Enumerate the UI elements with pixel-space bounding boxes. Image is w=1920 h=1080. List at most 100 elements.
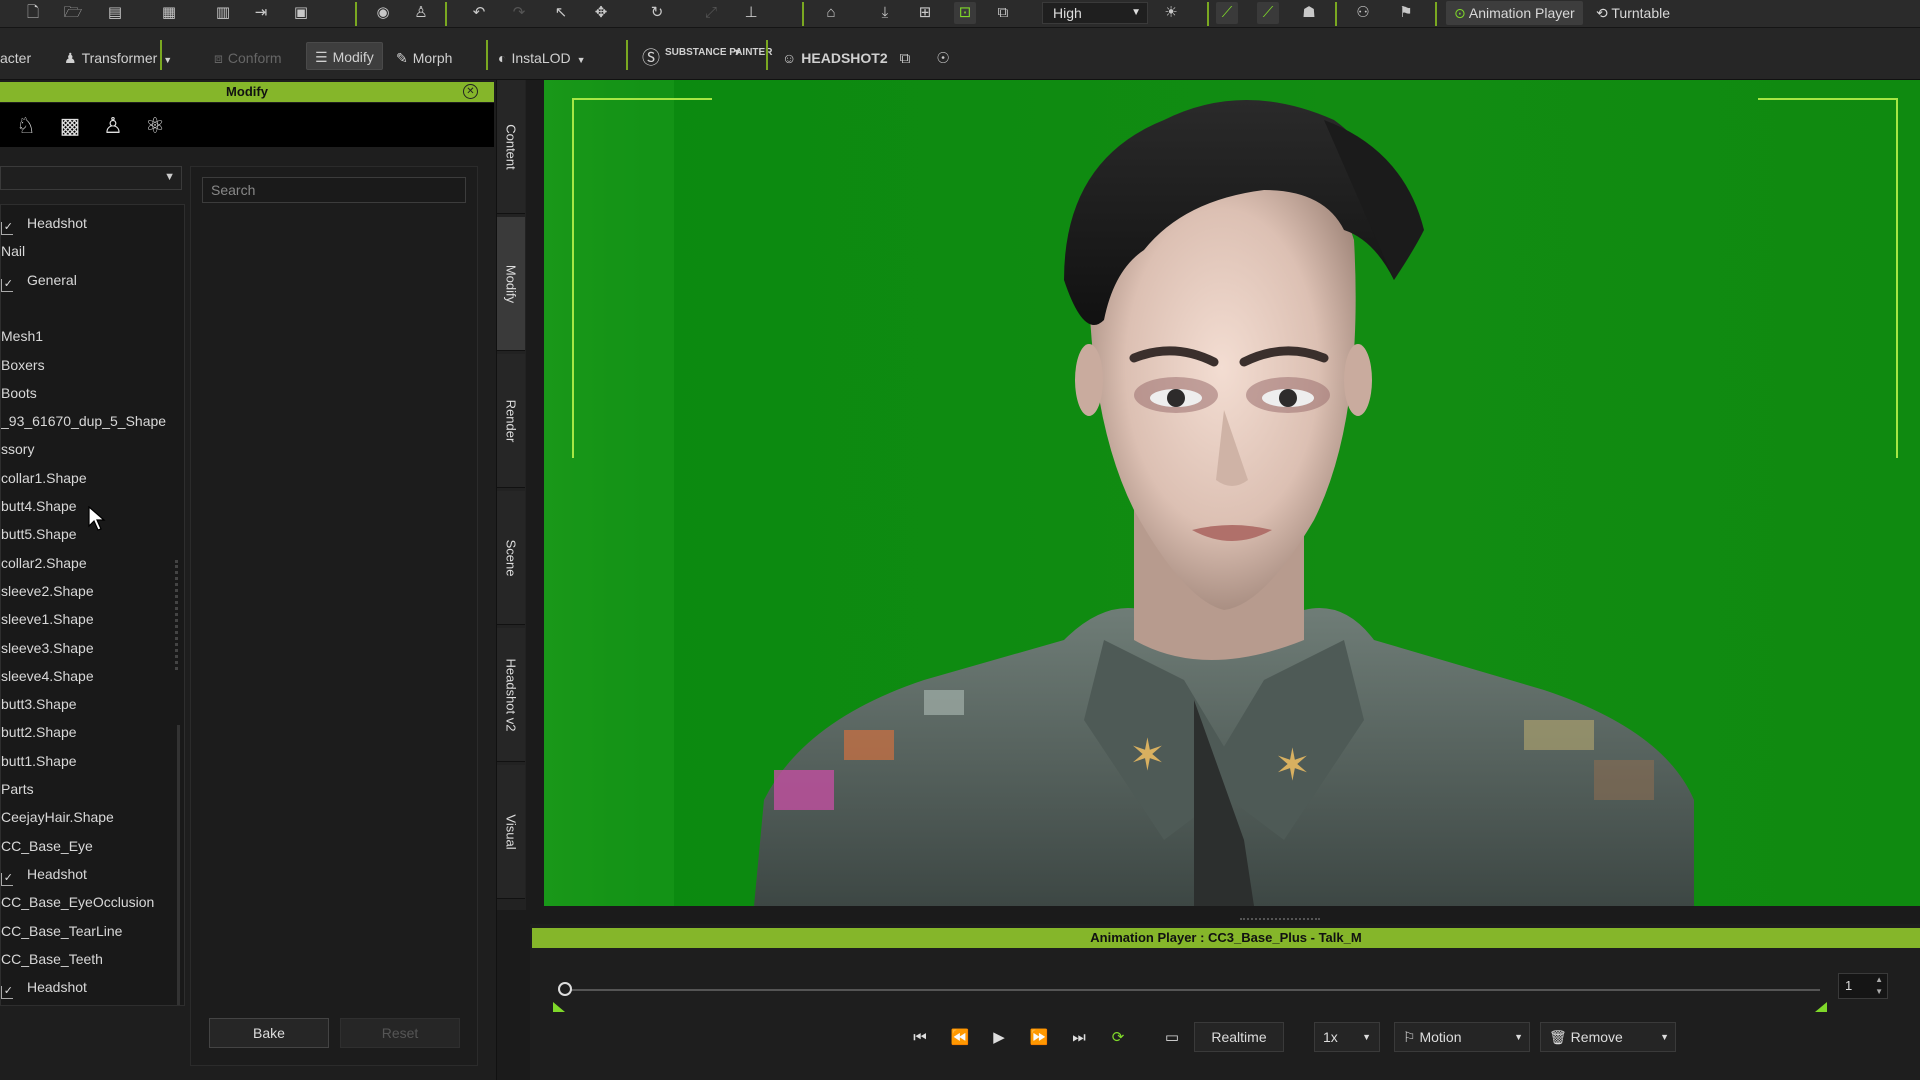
go-to-end-icon[interactable]: ⏭: [1067, 1026, 1091, 1050]
frame-all-icon[interactable]: ⊡: [954, 2, 976, 24]
tree-item[interactable]: collar2.Shape: [1, 553, 87, 573]
search-input[interactable]: Search: [202, 177, 466, 203]
tree-item[interactable]: CC_Base_EyeOcclusion: [1, 892, 154, 912]
conform-button[interactable]: ⧈ Conform: [206, 44, 290, 72]
bake-button[interactable]: Bake: [209, 1018, 329, 1048]
tree-item[interactable]: sleeve1.Shape: [1, 609, 94, 629]
remove-button[interactable]: 🗑 Remove ▼: [1540, 1022, 1676, 1052]
tree-item[interactable]: butt4.Shape: [1, 496, 77, 516]
pose-icon[interactable]: ♙: [410, 2, 432, 24]
speed-dropdown[interactable]: 1x ▼: [1314, 1022, 1380, 1052]
tree-item[interactable]: ✓ Headshot: [1, 977, 87, 1000]
reset-button[interactable]: Reset: [340, 1018, 460, 1048]
head-mesh-icon[interactable]: ☉: [932, 48, 954, 70]
ik-icon[interactable]: ⟋: [1257, 2, 1279, 24]
tree-item[interactable]: butt1.Shape: [1, 751, 77, 771]
frame-selected-icon[interactable]: ⊞: [914, 2, 936, 24]
new-file-icon[interactable]: 🗋: [22, 2, 44, 24]
instalod-button[interactable]: ◐ InstaLOD ▼: [490, 44, 594, 72]
scale-icon[interactable]: ⤢: [700, 2, 722, 24]
home-icon[interactable]: ⌂: [820, 2, 842, 24]
checkbox-icon[interactable]: ✓: [1, 986, 13, 1000]
import-fbx-icon[interactable]: ▦: [158, 2, 180, 24]
checkbox-icon[interactable]: ✓: [1, 278, 13, 292]
tree-item[interactable]: sleeve3.Shape: [1, 638, 94, 658]
light-icon[interactable]: ☀: [1160, 2, 1182, 24]
camera-icon[interactable]: ◉: [372, 2, 394, 24]
timeline-playhead[interactable]: [558, 982, 572, 996]
tree-item[interactable]: CC_Base_Teeth: [1, 949, 103, 969]
substance-painter-button[interactable]: Ⓢ SUBSTANCE PAINTER▼: [634, 44, 772, 72]
tab-render[interactable]: Render: [497, 354, 525, 488]
export-icon[interactable]: ⇥: [250, 2, 272, 24]
3d-viewport[interactable]: ✶ ✶: [544, 80, 1920, 906]
attribute-icon[interactable]: ♘: [12, 113, 40, 139]
frame-number-input[interactable]: 1 ▲ ▼: [1838, 973, 1888, 999]
resize-grip[interactable]: [1240, 918, 1320, 922]
tree-item[interactable]: Boots: [1, 383, 37, 403]
go-to-start-icon[interactable]: ⏮: [908, 1026, 932, 1050]
loop-icon[interactable]: ⟳: [1106, 1026, 1130, 1050]
tree-item[interactable]: Mesh1: [1, 326, 43, 346]
tree-scrollbar[interactable]: [177, 725, 180, 1005]
checker-icon[interactable]: ▩: [56, 113, 84, 139]
tree-item[interactable]: ✓ General: [1, 270, 77, 292]
tree-item[interactable]: CC_Base_Eye: [1, 836, 93, 856]
render-icon[interactable]: ▣: [290, 2, 312, 24]
character-icon[interactable]: ☗: [1298, 2, 1320, 24]
close-icon[interactable]: ✕: [463, 84, 478, 99]
place-icon[interactable]: ⊥: [740, 2, 762, 24]
previous-frame-icon[interactable]: ⏪: [948, 1026, 972, 1050]
physics-icon[interactable]: ⚛: [141, 113, 169, 139]
timeline-track[interactable]: [560, 989, 1820, 991]
character-menu[interactable]: acter: [0, 44, 39, 72]
tree-scrollbar-grip[interactable]: [175, 560, 181, 670]
object-dropdown[interactable]: ▼: [0, 166, 182, 190]
quality-dropdown[interactable]: High ▼: [1042, 2, 1148, 24]
range-start-marker[interactable]: [553, 1002, 565, 1012]
checkbox-icon[interactable]: ✓: [1, 872, 13, 886]
tree-item[interactable]: collar1.Shape: [1, 468, 87, 488]
tree-item[interactable]: sleeve2.Shape: [1, 581, 94, 601]
redo-icon[interactable]: ↷: [508, 2, 530, 24]
tree-item[interactable]: Parts: [1, 779, 34, 799]
tree-item[interactable]: CC_Base_TearLine: [1, 921, 122, 941]
import-usd-icon[interactable]: ▥: [212, 2, 234, 24]
fit-down-icon[interactable]: ⤓: [874, 2, 896, 24]
tree-item[interactable]: butt2.Shape: [1, 722, 77, 742]
headshot-copy-icon[interactable]: ⧉: [894, 48, 916, 70]
tree-item[interactable]: ✓ Headshot: [1, 864, 87, 886]
bone-icon[interactable]: ⟋: [1216, 2, 1238, 24]
tab-content[interactable]: Content: [497, 80, 525, 214]
animation-player-button[interactable]: ⊙ Animation Player: [1446, 1, 1583, 25]
motion-button[interactable]: ⚐ Motion ▼: [1394, 1022, 1530, 1052]
flag-icon[interactable]: ⚑: [1395, 2, 1417, 24]
import-obj-icon[interactable]: ▤: [104, 2, 126, 24]
view-options-icon[interactable]: ⧉: [992, 2, 1014, 24]
tab-visual[interactable]: Visual: [497, 765, 525, 899]
checkbox-icon[interactable]: ✓: [1, 222, 13, 235]
move-icon[interactable]: ✥: [590, 2, 612, 24]
tree-item[interactable]: Nail: [1, 241, 25, 261]
modify-button[interactable]: ☰ Modify: [306, 42, 383, 70]
sync-icon[interactable]: ⚇: [1352, 2, 1374, 24]
turntable-button[interactable]: ⟲ Turntable: [1588, 1, 1678, 25]
tree-item[interactable]: butt5.Shape: [1, 524, 77, 544]
tab-headshot-v2[interactable]: Headshot v2: [497, 628, 525, 762]
tree-item[interactable]: _93_61670_dup_5_Shape: [1, 411, 166, 431]
rotate-icon[interactable]: ↻: [646, 2, 668, 24]
tab-modify[interactable]: Modify: [497, 217, 525, 351]
tab-scene[interactable]: Scene: [497, 491, 525, 625]
tree-item[interactable]: sleeve4.Shape: [1, 666, 94, 686]
undo-icon[interactable]: ↶: [468, 2, 490, 24]
range-end-marker[interactable]: [1815, 1002, 1827, 1012]
open-file-icon[interactable]: 🗁: [62, 2, 84, 24]
next-frame-icon[interactable]: ⏩: [1027, 1026, 1051, 1050]
tree-item[interactable]: ✓ Headshot: [1, 213, 87, 235]
select-icon[interactable]: ↖: [550, 2, 572, 24]
subtitle-icon[interactable]: ▭: [1160, 1026, 1184, 1050]
head-icon[interactable]: ♙: [99, 113, 127, 139]
tree-item[interactable]: butt3.Shape: [1, 694, 77, 714]
tree-item[interactable]: ssory: [1, 439, 34, 459]
tree-item[interactable]: CeejayHair.Shape: [1, 807, 114, 827]
